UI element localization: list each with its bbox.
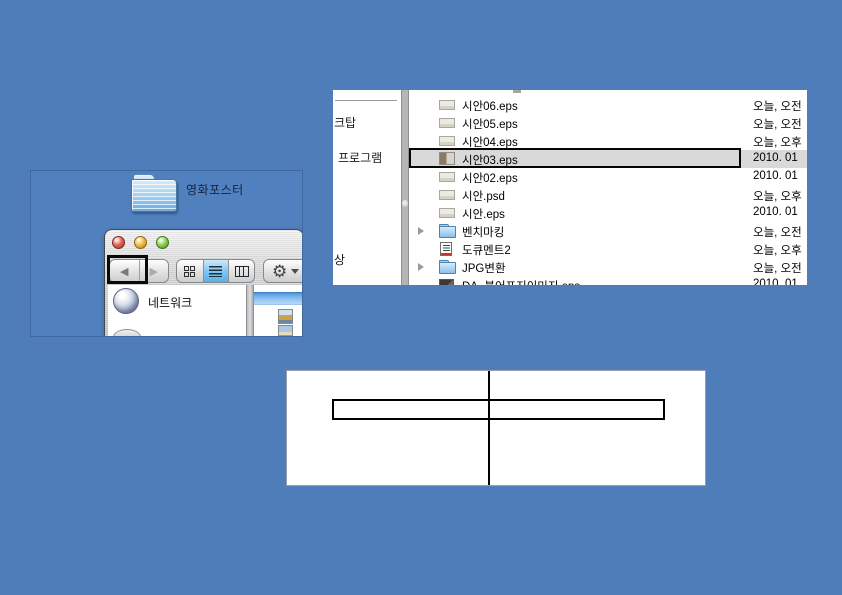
view-mode-group bbox=[176, 259, 255, 283]
icon-view-icon bbox=[184, 266, 195, 277]
eps-thumb-icon bbox=[439, 190, 455, 200]
file-name: 시안.psd bbox=[462, 188, 505, 204]
center-guide-line bbox=[488, 371, 490, 485]
file-date: 2010. 01 bbox=[753, 170, 807, 182]
file-name: DA_붙어표지이미지.eps bbox=[462, 278, 580, 285]
annotation-highlight-box bbox=[107, 255, 148, 284]
desktop: { "colors": { "desktop_bg": "#4f7db9", "… bbox=[0, 0, 842, 595]
column-view-button[interactable] bbox=[228, 260, 254, 282]
file-date: 2010. 01 bbox=[753, 152, 807, 164]
list-item[interactable]: JPG변환 오늘, 오전 bbox=[409, 258, 807, 276]
list-item[interactable]: 시안02.eps 2010. 01 bbox=[409, 168, 807, 186]
file-rows: 시안06.eps 오늘, 오전 시안05.eps 오늘, 오전 시안04.eps… bbox=[409, 96, 807, 285]
file-date: 2010. 01 bbox=[753, 206, 807, 218]
hard-disk-icon[interactable] bbox=[113, 329, 141, 337]
file-date: 2010. 01 bbox=[753, 278, 807, 285]
folder-body bbox=[131, 179, 177, 212]
file-date: 오늘, 오후 bbox=[753, 134, 807, 150]
list-item[interactable]: 시안.eps 2010. 01 bbox=[409, 204, 807, 222]
clipped-icon-sliver bbox=[513, 90, 521, 93]
list-item[interactable]: 시안04.eps 오늘, 오후 bbox=[409, 132, 807, 150]
file-date: 오늘, 오전 bbox=[753, 116, 807, 132]
folder-label: 영화포스터 bbox=[186, 181, 244, 198]
folder-icon bbox=[439, 260, 455, 273]
eps-thumb-icon bbox=[439, 118, 455, 128]
list-item[interactable]: 벤치마킹 오늘, 오전 bbox=[409, 222, 807, 240]
file-name: 시안.eps bbox=[462, 206, 505, 222]
file-name: 시안02.eps bbox=[462, 170, 518, 186]
disclosure-triangle-icon[interactable] bbox=[418, 263, 424, 271]
sidebar-divider bbox=[335, 100, 397, 101]
column-view-icon bbox=[235, 266, 249, 277]
list-sidebar: 크탑 프로그램 상 bbox=[333, 90, 401, 285]
file-name: 시안06.eps bbox=[462, 98, 518, 114]
folder-icon[interactable] bbox=[131, 174, 177, 212]
document-icon bbox=[440, 242, 452, 256]
list-view-icon bbox=[209, 266, 222, 277]
column-header[interactable] bbox=[254, 292, 302, 305]
sidebar-item-network[interactable]: 네트워크 bbox=[148, 294, 192, 311]
eps-thumb-icon bbox=[439, 208, 455, 218]
file-name: JPG변환 bbox=[462, 260, 506, 276]
file-date: 오늘, 오전 bbox=[753, 260, 807, 276]
folder-icon bbox=[439, 224, 455, 237]
list-item[interactable]: 시안03.eps 2010. 01 bbox=[409, 150, 807, 168]
minimize-button[interactable] bbox=[134, 236, 147, 249]
file-name: 시안04.eps bbox=[462, 134, 518, 150]
layout-canvas bbox=[286, 370, 706, 486]
list-item[interactable]: 시안.psd 오늘, 오후 bbox=[409, 186, 807, 204]
sidebar-splitter[interactable] bbox=[247, 285, 254, 337]
layout-rectangle[interactable] bbox=[332, 399, 665, 420]
photo-thumb-icon bbox=[439, 152, 455, 165]
gear-icon: ⚙ bbox=[272, 263, 287, 280]
list-item[interactable]: 시안06.eps 오늘, 오전 bbox=[409, 96, 807, 114]
action-menu-button[interactable]: ⚙ bbox=[263, 259, 303, 283]
thumbnail-image[interactable] bbox=[278, 309, 293, 324]
list-view-button[interactable] bbox=[203, 260, 229, 282]
file-date: 오늘, 오전 bbox=[753, 98, 807, 114]
file-date: 오늘, 오전 bbox=[753, 224, 807, 240]
zoom-button[interactable] bbox=[156, 236, 169, 249]
list-item[interactable]: 도큐멘트2 오늘, 오후 bbox=[409, 240, 807, 258]
icon-view-button[interactable] bbox=[177, 260, 203, 282]
selection-annotation-frame bbox=[409, 148, 741, 168]
file-list: 시안06.eps 오늘, 오전 시안05.eps 오늘, 오전 시안04.eps… bbox=[409, 90, 807, 285]
window-sidebar: 네트워크 bbox=[108, 285, 247, 337]
list-item[interactable]: DA_붙어표지이미지.eps 2010. 01 bbox=[409, 276, 807, 285]
file-name: 벤치마킹 bbox=[462, 224, 504, 240]
scrollbar-track[interactable] bbox=[401, 90, 409, 285]
sidebar-item-desktop[interactable]: 크탑 bbox=[334, 114, 356, 131]
file-date: 오늘, 오후 bbox=[753, 188, 807, 204]
list-item[interactable]: 시안05.eps 오늘, 오전 bbox=[409, 114, 807, 132]
eps-thumb-icon bbox=[439, 136, 455, 146]
forward-arrow-icon: ▶ bbox=[150, 265, 158, 278]
scrollbar-knob[interactable] bbox=[402, 200, 408, 207]
file-list-screenshot-fragment: 크탑 프로그램 상 시안06.eps 오늘, 오전 시안05.eps 오늘, 오… bbox=[333, 90, 807, 285]
close-button[interactable] bbox=[112, 236, 125, 249]
eps-thumb-icon bbox=[439, 172, 455, 182]
file-date: 오늘, 오후 bbox=[753, 242, 807, 258]
window-edge bbox=[302, 285, 303, 337]
finder-window: ◀ ▶ ⚙ 네트워크 bbox=[104, 229, 303, 337]
thumbnail-image[interactable] bbox=[278, 325, 293, 337]
desktop-screenshot-fragment: 영화포스터 ◀ ▶ ⚙ bbox=[30, 170, 303, 337]
sidebar-item-media[interactable]: 상 bbox=[334, 251, 345, 268]
file-name: 시안05.eps bbox=[462, 116, 518, 132]
window-content: 네트워크 bbox=[105, 285, 303, 337]
disclosure-triangle-icon[interactable] bbox=[418, 227, 424, 235]
sidebar-item-programs[interactable]: 프로그램 bbox=[338, 149, 382, 166]
file-pane bbox=[254, 285, 302, 337]
eps-thumb-icon bbox=[439, 100, 455, 110]
file-name: 도큐멘트2 bbox=[462, 242, 511, 258]
file-name: 시안03.eps bbox=[462, 152, 518, 168]
network-globe-icon bbox=[113, 288, 139, 314]
dark-thumb-icon bbox=[439, 279, 454, 285]
chevron-down-icon bbox=[291, 269, 299, 274]
